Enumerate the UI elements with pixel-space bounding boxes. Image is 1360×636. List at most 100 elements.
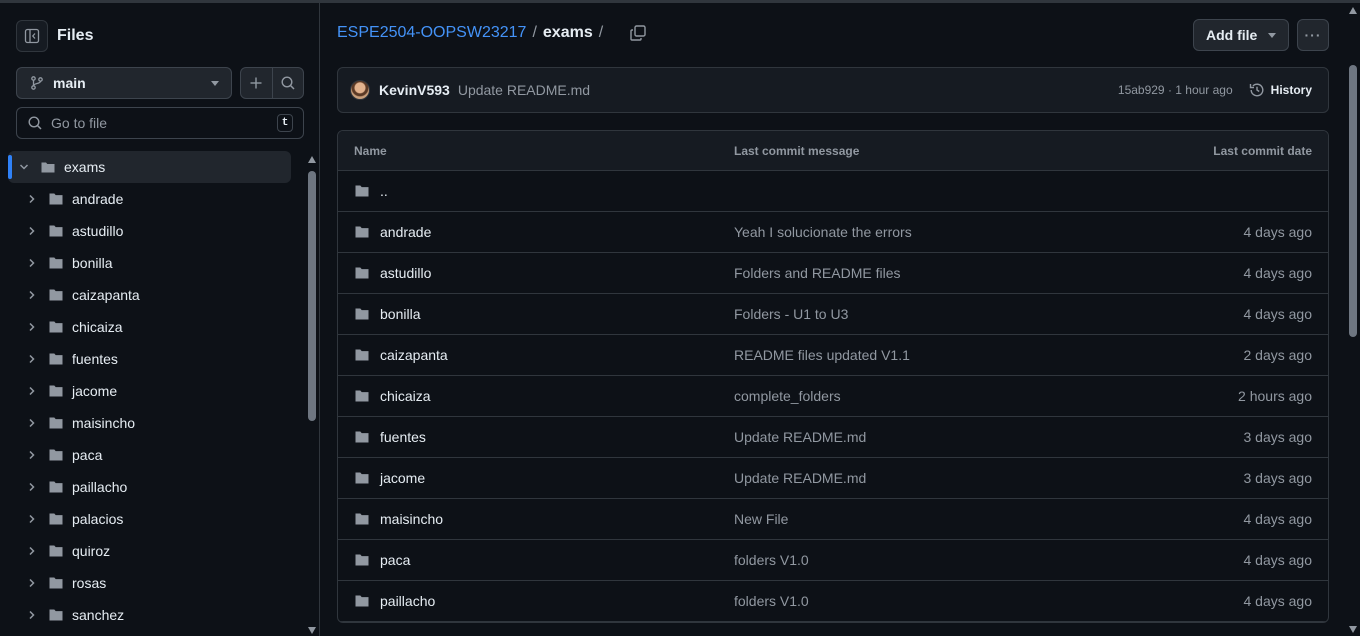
table-row[interactable]: chicaiza complete_folders 2 hours ago [338,376,1328,417]
tree-item-label: sanchez [72,607,125,623]
name-cell: maisincho [338,511,734,527]
commit-author[interactable]: KevinV593 [379,82,450,98]
folder-icon [49,513,63,525]
chevron-right-icon [24,511,40,527]
folder-link[interactable]: bonilla [380,306,420,322]
sidebar-actions [240,67,304,99]
tree-item-label: bonilla [72,255,113,271]
tree-item-andrade[interactable]: andrade [8,183,291,215]
table-row[interactable]: caizapanta README files updated V1.1 2 day… [338,335,1328,376]
folder-link[interactable]: maisincho [380,511,443,527]
scroll-up-icon[interactable] [308,156,316,163]
sidebar-scrollbar[interactable] [304,153,318,636]
chevron-right-icon [24,447,40,463]
commit-message-link[interactable]: folders V1.0 [734,552,1130,568]
add-file-button[interactable] [241,68,273,98]
add-file-dropdown[interactable]: Add file [1193,19,1289,51]
folder-link[interactable]: caizapanta [380,347,448,363]
tree-item-label: caizapanta [72,287,140,303]
parent-directory-link[interactable]: .. [380,183,388,199]
commit-message-link[interactable]: Update README.md [734,429,1130,445]
tree-item-exams[interactable]: exams [8,151,291,183]
folder-link[interactable]: fuentes [380,429,426,445]
tree-item-astudillo[interactable]: astudillo [8,215,291,247]
tree-item-palacios[interactable]: palacios [8,503,291,535]
chevron-right-icon [24,287,40,303]
table-row[interactable]: paca folders V1.0 4 days ago [338,540,1328,581]
copy-path-icon[interactable] [629,24,647,42]
folder-icon [355,554,369,566]
scrollbar-thumb[interactable] [1349,65,1357,337]
table-row[interactable]: andrade Yeah I solucionate the errors 4 da… [338,212,1328,253]
tree-item-label: quiroz [72,543,111,559]
avatar[interactable] [350,80,370,100]
tree-item-fuentes[interactable]: fuentes [8,343,291,375]
parent-directory-row[interactable]: .. [338,171,1328,212]
tree-item-jacome[interactable]: jacome [8,375,291,407]
go-to-file-placeholder: Go to file [51,115,108,131]
more-options-button[interactable]: ··· [1297,19,1329,51]
name-cell: andrade [338,224,734,240]
scroll-up-icon[interactable] [1349,7,1357,14]
commit-meta[interactable]: 15ab929 · 1 hour ago [1118,83,1233,97]
folder-link[interactable]: paca [380,552,410,568]
tree-item-paillacho[interactable]: paillacho [8,471,291,503]
page-scrollbar[interactable] [1346,3,1360,636]
chevron-right-icon [24,543,40,559]
scroll-down-icon[interactable] [308,627,316,634]
table-header: Name Last commit message Last commit dat… [338,131,1328,171]
commit-message-link[interactable]: New File [734,511,1130,527]
collapse-sidebar-button[interactable] [16,20,48,52]
folder-icon [49,321,63,333]
table-row[interactable]: fuentes Update README.md 3 days ago [338,417,1328,458]
tree-item-maisincho[interactable]: maisincho [8,407,291,439]
folder-icon [49,353,63,365]
breadcrumb-repo-link[interactable]: ESPE2504-OOPSW23217 [337,24,526,42]
tree-item-sanchez[interactable]: sanchez [8,599,291,631]
tree-item-label: rosas [72,575,107,591]
commit-message-link[interactable]: folders V1.0 [734,593,1130,609]
sidebar-header: Files [16,20,93,52]
go-to-file-input[interactable]: Go to file t [16,107,304,139]
scrollbar-thumb[interactable] [308,171,316,421]
scroll-down-icon[interactable] [1349,626,1357,633]
commit-message-link[interactable]: Folders - U1 to U3 [734,306,1130,322]
tree-item-label: paca [72,447,103,463]
tree-item-caizapanta[interactable]: caizapanta [8,279,291,311]
chevron-down-icon [16,159,32,175]
tree-item-quiroz[interactable]: quiroz [8,535,291,567]
table-row[interactable]: maisincho New File 4 days ago [338,499,1328,540]
commit-message-link[interactable]: Update README.md [734,470,1130,486]
tree-item-bonilla[interactable]: bonilla [8,247,291,279]
branch-selector[interactable]: main [16,67,232,99]
folder-icon [355,431,369,443]
history-button[interactable]: History [1249,82,1312,98]
tree-item-label: jacome [72,383,118,399]
folder-link[interactable]: jacome [380,470,425,486]
commit-message-link[interactable]: Folders and README files [734,265,1130,281]
folder-link[interactable]: paillacho [380,593,435,609]
table-row[interactable]: astudillo Folders and README files 4 days … [338,253,1328,294]
tree-item-rosas[interactable]: rosas [8,567,291,599]
folder-link[interactable]: andrade [380,224,431,240]
folder-icon [49,577,63,589]
folder-icon [355,308,369,320]
chevron-right-icon [24,479,40,495]
breadcrumb-current: exams [542,24,593,41]
table-row[interactable]: bonilla Folders - U1 to U3 4 days ago [338,294,1328,335]
tree-item-paca[interactable]: paca [8,439,291,471]
file-tree-sidebar: Files main Go to file t exams andrade ast… [0,3,320,636]
table-row[interactable]: jacome Update README.md 3 days ago [338,458,1328,499]
table-row[interactable]: paillacho folders V1.0 4 days ago [338,581,1328,622]
folder-link[interactable]: astudillo [380,265,431,281]
file-tree: exams andrade astudillo bonilla caizapanta c… [8,151,291,631]
tree-item-label: exams [64,159,106,175]
commit-message-link[interactable]: Yeah I solucionate the errors [734,224,1130,240]
commit-message[interactable]: Update README.md [458,82,1118,98]
folder-link[interactable]: chicaiza [380,388,431,404]
commit-message-link[interactable]: README files updated V1.1 [734,347,1130,363]
folder-icon [49,385,63,397]
search-button[interactable] [273,68,304,98]
tree-item-chicaiza[interactable]: chicaiza [8,311,291,343]
commit-message-link[interactable]: complete_folders [734,388,1130,404]
